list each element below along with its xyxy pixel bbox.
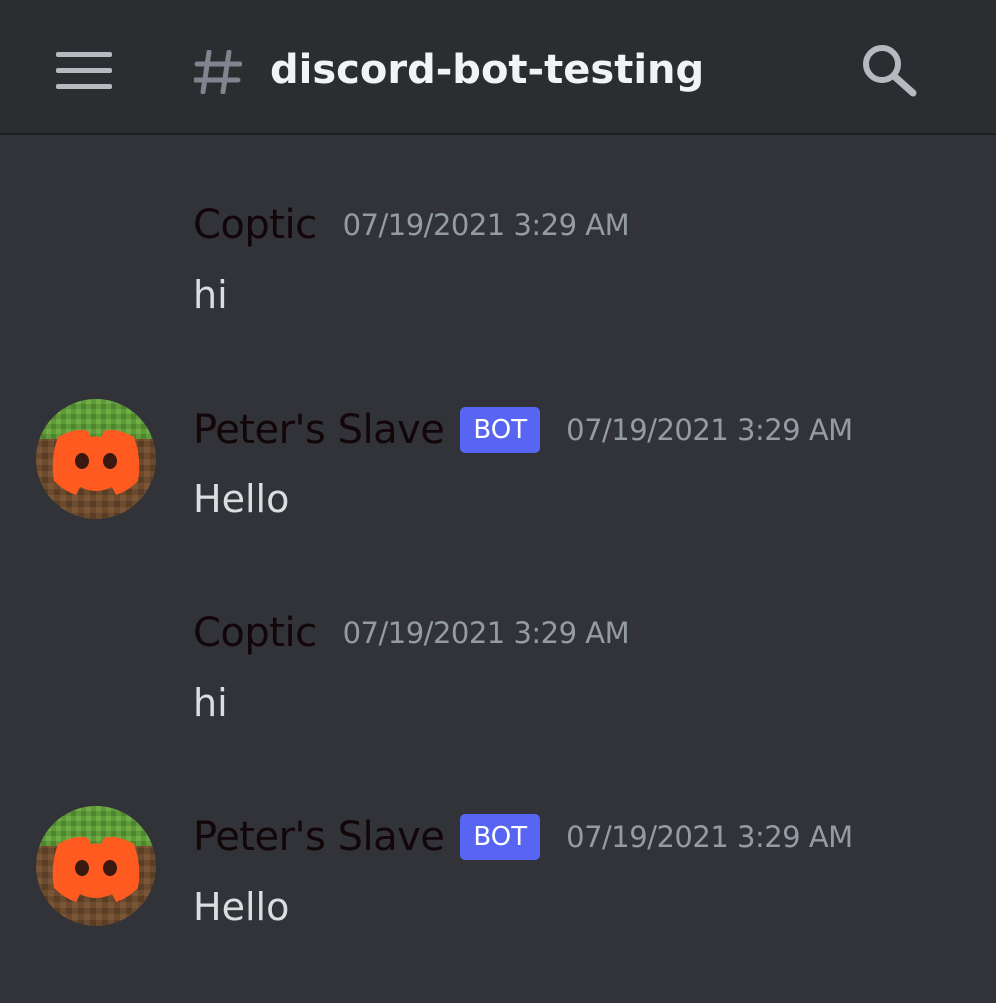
message-content: Hello	[193, 885, 290, 929]
message-header: Peter's Slave BOT 07/19/2021 3:29 AM	[193, 405, 853, 455]
menu-bar	[56, 68, 112, 73]
channel-header: discord-bot-testing	[0, 0, 996, 135]
author-name[interactable]: Coptic	[193, 202, 317, 248]
message-timestamp: 07/19/2021 3:29 AM	[342, 208, 630, 242]
menu-bar	[56, 52, 112, 57]
search-icon[interactable]	[860, 43, 918, 97]
hamburger-menu-icon[interactable]	[56, 52, 112, 90]
discord-app: discord-bot-testing Coptic 07/19/2021 3:…	[0, 0, 996, 1003]
menu-bar	[56, 84, 112, 89]
bot-badge: BOT	[460, 407, 541, 453]
message-timestamp: 07/19/2021 3:29 AM	[566, 820, 853, 854]
bot-avatar[interactable]	[36, 399, 156, 519]
message-header: Peter's Slave BOT 07/19/2021 3:29 AM	[193, 812, 853, 862]
message-timestamp: 07/19/2021 3:29 AM	[342, 616, 630, 650]
author-name[interactable]: Coptic	[193, 610, 317, 656]
author-name[interactable]: Peter's Slave	[193, 814, 445, 860]
message-content: hi	[193, 681, 228, 725]
author-name[interactable]: Peter's Slave	[193, 407, 445, 453]
bot-avatar[interactable]	[36, 806, 156, 926]
message-timestamp: 07/19/2021 3:29 AM	[566, 413, 853, 447]
message-header: Coptic 07/19/2021 3:29 AM	[193, 200, 630, 250]
bot-badge: BOT	[460, 814, 541, 860]
message-content: Hello	[193, 477, 290, 521]
hash-icon	[194, 50, 242, 94]
message-header: Coptic 07/19/2021 3:29 AM	[193, 608, 630, 658]
channel-title[interactable]: discord-bot-testing	[270, 40, 704, 100]
message-content: hi	[193, 273, 228, 317]
